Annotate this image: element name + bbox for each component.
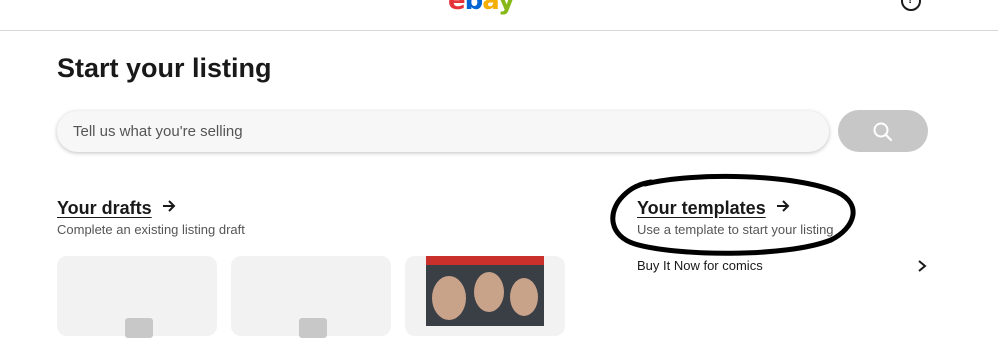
hand-drawn-circle-annotation	[610, 173, 856, 256]
help-icon[interactable]	[901, 0, 921, 11]
image-placeholder-icon	[299, 318, 327, 338]
search-input[interactable]	[57, 111, 829, 152]
page-title: Start your listing	[57, 53, 272, 83]
drafts-subtitle: Complete an existing listing draft	[57, 222, 245, 237]
your-drafts-link[interactable]: Your drafts	[57, 198, 152, 219]
search-icon	[873, 122, 893, 142]
ebay-logo[interactable]: ebay	[448, 0, 515, 16]
draft-thumbnail-image[interactable]	[426, 256, 544, 326]
draft-card[interactable]	[57, 256, 217, 338]
image-placeholder-icon	[125, 318, 153, 338]
draft-card[interactable]	[231, 256, 391, 338]
chevron-right-icon[interactable]	[916, 259, 928, 273]
template-item[interactable]: Buy It Now for comics	[637, 258, 763, 273]
top-header: ebay	[0, 0, 998, 31]
arrow-right-icon[interactable]	[161, 198, 177, 214]
search-button[interactable]	[838, 110, 928, 152]
